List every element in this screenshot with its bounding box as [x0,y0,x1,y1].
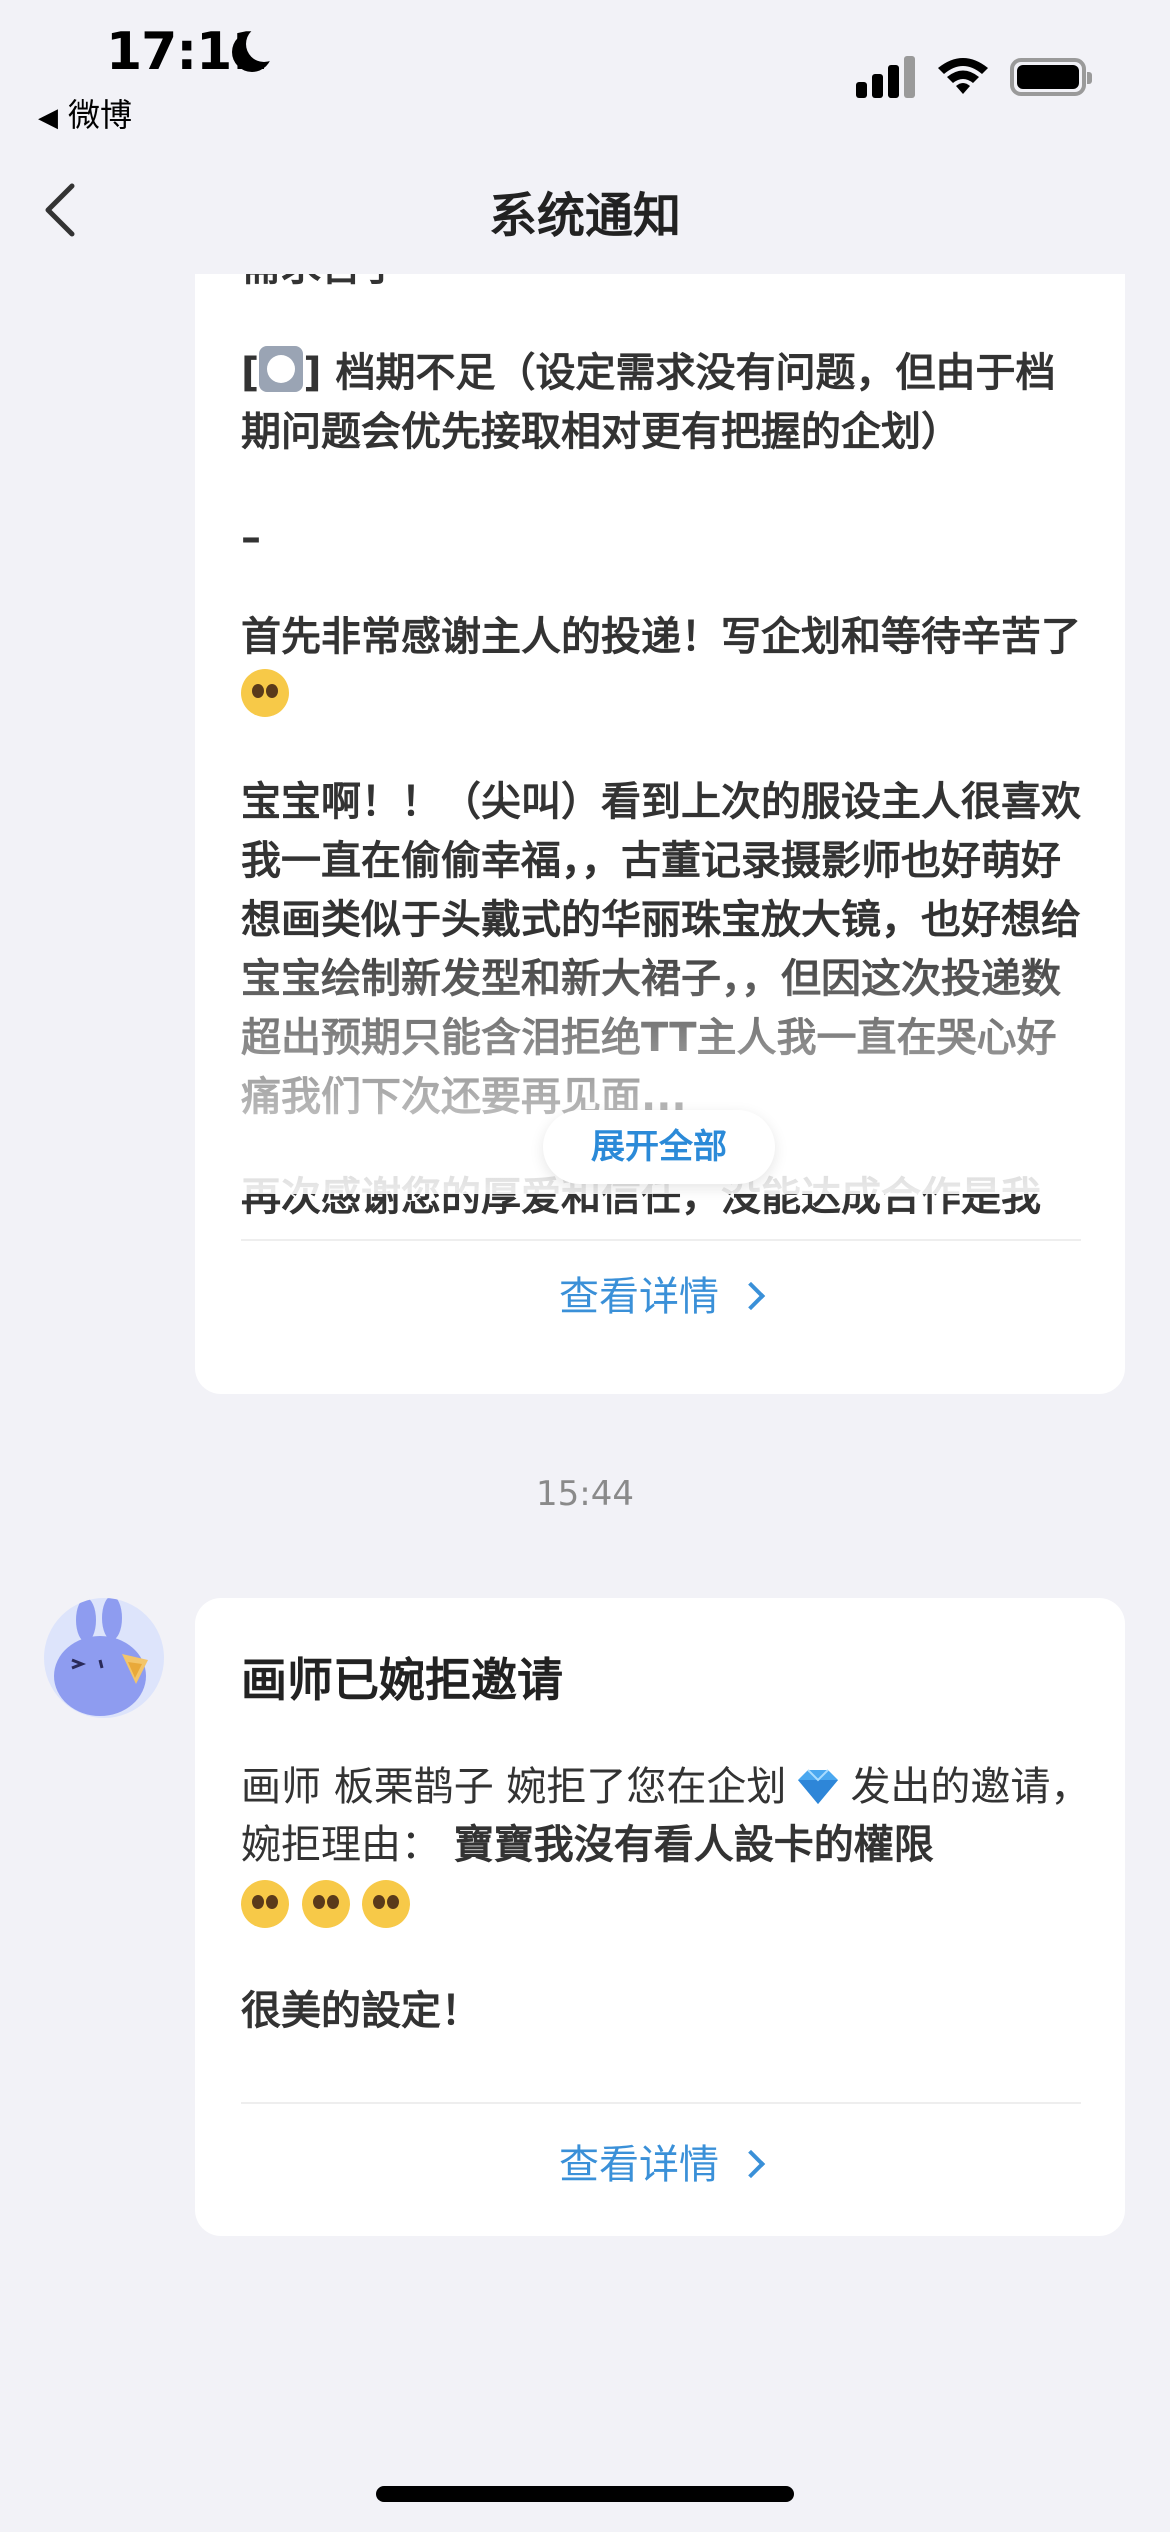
status-bar: 17:11 ◀ 微博 [0,0,1170,140]
cellular-signal-icon [856,56,916,98]
diamond-icon [798,1769,839,1804]
divider [241,2102,1081,2104]
wifi-icon [938,58,988,94]
back-to-app-link[interactable]: ◀ 微博 [38,90,132,136]
message-prefix: 画师 板栗鹊子 婉拒了您在企划 [241,1764,787,1810]
chevron-right-icon [736,1281,766,1311]
notification-card-rejection-details: 需求苦手 [] 档期不足（设定需求没有问题，但由于档期问题会优先接取相对更有把握… [195,274,1125,1394]
checkbox-option-label: 档期不足（设定需求没有问题，但由于档期问题会优先接取相对更有把握的企划） [241,350,1056,455]
need-weakness-line: 需求苦手 [241,274,1081,297]
notification-card-invitation-declined: 画师已婉拒邀请 画师 板栗鹊子 婉拒了您在企划 发出的邀请，婉拒理由： 寶寶我沒有… [195,1598,1125,2236]
navigation-bar: 系统通知 [0,140,1170,274]
extra-comment: 很美的設定！ [241,1988,481,2034]
notification-list[interactable]: 需求苦手 [] 档期不足（设定需求没有问题，但由于档期问题会优先接取相对更有把握… [0,274,1170,2532]
checkbox-icon [259,346,304,392]
pleading-face-emoji-icon [301,1880,350,1928]
page-title: 系统通知 [488,188,681,244]
view-details-link[interactable]: 查看详情 [195,1264,1125,1322]
view-details-label: 查看详情 [559,1274,719,1320]
page: 17:11 ◀微博 系统通知 需求苦手 [] [0,0,1170,2532]
back-triangle-icon: ◀ [38,103,58,133]
bracket-open: [ [241,350,260,396]
thanks-text: 首先非常感谢主人的投递！写企划和等待辛苦了 [241,614,1081,660]
checkbox-option-schedule: [] 档期不足（设定需求没有问题，但由于档期问题会优先接取相对更有把握的企划） [241,344,1081,462]
decline-reason: 寶寶我沒有看人設卡的權限 [453,1822,934,1868]
pleading-face-emoji-icon [362,1880,411,1928]
moon-icon [232,26,282,72]
message-timestamp: 15:44 [536,1474,634,1514]
view-details-link[interactable]: 查看详情 [195,2132,1125,2190]
pleading-face-emoji-icon [241,1880,289,1928]
chevron-right-icon [736,2149,766,2179]
pleading-face-emoji-icon [241,669,289,717]
back-app-label: 微博 [68,96,133,134]
bracket-close: ] [303,350,322,396]
emoji-row [241,1878,1091,1936]
battery-icon [1010,58,1092,96]
view-details-label: 查看详情 [559,2142,719,2188]
expand-all-button[interactable]: 展开全部 [543,1110,775,1184]
thanks-paragraph: 首先非常感谢主人的投递！写企划和等待辛苦了 [241,608,1081,726]
notification-message: 画师 板栗鹊子 婉拒了您在企划 发出的邀请，婉拒理由： 寶寶我沒有看人設卡的權限 [241,1758,1091,1936]
divider [241,1239,1081,1241]
rabbit-avatar-icon[interactable] [44,1598,164,1718]
home-indicator[interactable] [376,2486,794,2502]
notification-title: 画师已婉拒邀请 [241,1653,563,1707]
separator-dash: – [241,515,261,561]
